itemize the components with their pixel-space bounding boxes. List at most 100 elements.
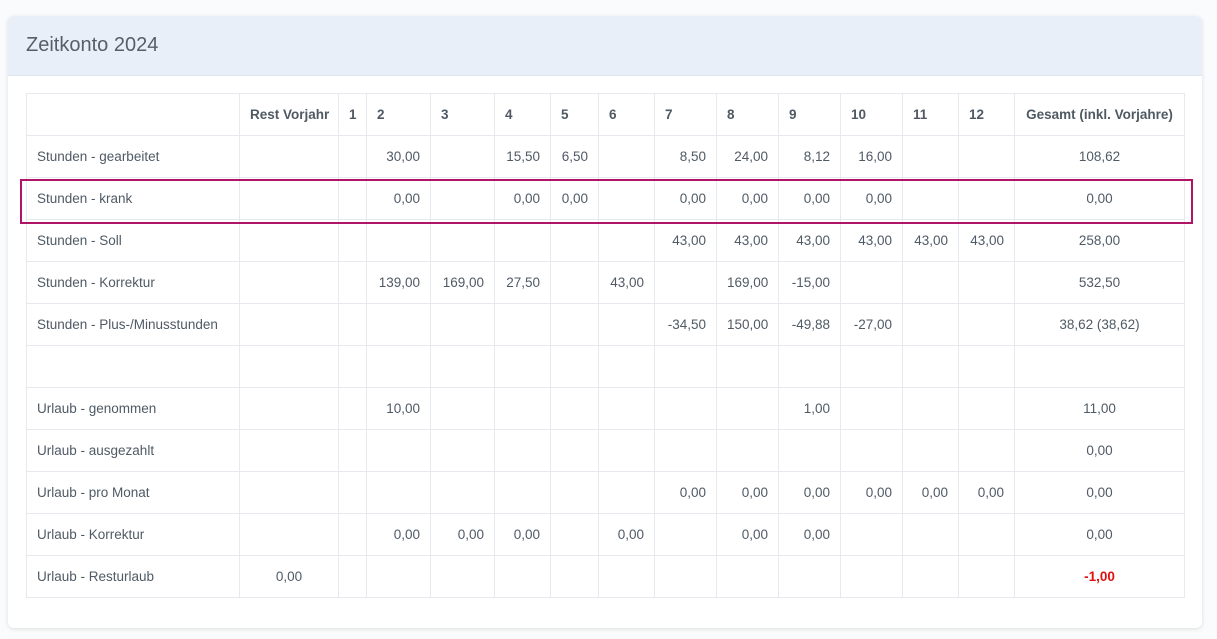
cell-month-6 bbox=[598, 177, 655, 220]
table-row: Urlaub - ausgezahlt 0,00 bbox=[26, 429, 1185, 472]
cell-month-2 bbox=[366, 555, 431, 598]
cell-month-1 bbox=[338, 555, 367, 598]
cell-month-11 bbox=[902, 261, 959, 304]
header-label-empty bbox=[26, 93, 240, 136]
cell-month-2 bbox=[366, 429, 431, 472]
cell-month-3 bbox=[430, 345, 495, 388]
cell-month-10: 43,00 bbox=[840, 219, 903, 262]
cell-month-10 bbox=[840, 345, 903, 388]
cell-month-3 bbox=[430, 471, 495, 514]
header-month-7: 6 bbox=[598, 93, 655, 136]
cell-month-8: 0,00 bbox=[716, 177, 779, 220]
row-label: Stunden - Plus-/Minusstunden bbox=[26, 303, 240, 346]
cell-rest-vorjahr bbox=[239, 219, 339, 262]
cell-month-4: 27,50 bbox=[494, 261, 551, 304]
cell-month-12: 43,00 bbox=[958, 219, 1015, 262]
table-row: Urlaub - Korrektur 0,00 0,00 0,00 0,00 0,00 0,… bbox=[26, 513, 1185, 556]
header-rest-vorjahr: Rest Vorjahr bbox=[239, 93, 339, 136]
header-month-6: 5 bbox=[550, 93, 599, 136]
cell-month-8 bbox=[716, 387, 779, 430]
cell-month-1 bbox=[338, 219, 367, 262]
cell-month-1 bbox=[338, 261, 367, 304]
cell-month-12 bbox=[958, 261, 1015, 304]
cell-month-3 bbox=[430, 135, 495, 178]
cell-month-7: 0,00 bbox=[654, 177, 717, 220]
header-month-8: 7 bbox=[654, 93, 717, 136]
row-label: Stunden - krank bbox=[26, 177, 240, 220]
cell-month-3 bbox=[430, 387, 495, 430]
cell-month-6 bbox=[598, 135, 655, 178]
cell-month-7: 43,00 bbox=[654, 219, 717, 262]
cell-month-6 bbox=[598, 303, 655, 346]
cell-gesamt: 11,00 bbox=[1014, 387, 1185, 430]
table-row: Stunden - Korrektur 139,00 169,00 27,50 43,0… bbox=[26, 261, 1185, 304]
cell-gesamt: -1,00 bbox=[1014, 555, 1185, 598]
cell-month-3 bbox=[430, 429, 495, 472]
header-month-11: 10 bbox=[840, 93, 903, 136]
cell-month-10 bbox=[840, 261, 903, 304]
cell-month-7 bbox=[654, 345, 717, 388]
cell-month-11 bbox=[902, 555, 959, 598]
cell-month-6 bbox=[598, 471, 655, 514]
table-row: Urlaub - genommen 10,00 1,00 11,00 bbox=[26, 387, 1185, 430]
cell-rest-vorjahr bbox=[239, 513, 339, 556]
cell-gesamt: 38,62 (38,62) bbox=[1014, 303, 1185, 346]
cell-month-9: -15,00 bbox=[778, 261, 841, 304]
cell-month-7: 0,00 bbox=[654, 471, 717, 514]
cell-month-6 bbox=[598, 345, 655, 388]
cell-month-9 bbox=[778, 345, 841, 388]
cell-gesamt: 0,00 bbox=[1014, 471, 1185, 514]
row-label: Urlaub - Resturlaub bbox=[26, 555, 240, 598]
cell-month-2 bbox=[366, 345, 431, 388]
cell-month-12: 0,00 bbox=[958, 471, 1015, 514]
cell-month-12 bbox=[958, 135, 1015, 178]
cell-month-1 bbox=[338, 429, 367, 472]
cell-month-3: 169,00 bbox=[430, 261, 495, 304]
cell-rest-vorjahr bbox=[239, 471, 339, 514]
cell-month-9: 0,00 bbox=[778, 471, 841, 514]
cell-month-8: 24,00 bbox=[716, 135, 779, 178]
cell-month-4 bbox=[494, 555, 551, 598]
cell-month-10: -27,00 bbox=[840, 303, 903, 346]
cell-month-11 bbox=[902, 135, 959, 178]
header-month-9: 8 bbox=[716, 93, 779, 136]
cell-rest-vorjahr bbox=[239, 387, 339, 430]
cell-month-1 bbox=[338, 387, 367, 430]
table-row: Stunden - gearbeitet 30,00 15,50 6,50 8,50 24… bbox=[26, 135, 1185, 178]
cell-month-8: 150,00 bbox=[716, 303, 779, 346]
cell-month-5 bbox=[550, 219, 599, 262]
cell-month-12 bbox=[958, 387, 1015, 430]
cell-month-11 bbox=[902, 177, 959, 220]
row-label: Urlaub - Korrektur bbox=[26, 513, 240, 556]
cell-month-4 bbox=[494, 303, 551, 346]
table-row bbox=[26, 345, 1185, 388]
cell-month-11 bbox=[902, 387, 959, 430]
cell-month-6: 43,00 bbox=[598, 261, 655, 304]
cell-month-2: 139,00 bbox=[366, 261, 431, 304]
cell-month-10 bbox=[840, 387, 903, 430]
cell-month-4 bbox=[494, 429, 551, 472]
cell-month-9: 1,00 bbox=[778, 387, 841, 430]
cell-month-6 bbox=[598, 429, 655, 472]
cell-month-7: 8,50 bbox=[654, 135, 717, 178]
cell-rest-vorjahr bbox=[239, 345, 339, 388]
cell-month-7 bbox=[654, 261, 717, 304]
cell-month-5 bbox=[550, 261, 599, 304]
table-row: Urlaub - Resturlaub 0,00 -1,00 bbox=[26, 555, 1185, 598]
cell-month-11: 43,00 bbox=[902, 219, 959, 262]
cell-month-11 bbox=[902, 345, 959, 388]
cell-month-8: 43,00 bbox=[716, 219, 779, 262]
cell-gesamt: 0,00 bbox=[1014, 429, 1185, 472]
table-body: Stunden - gearbeitet 30,00 15,50 6,50 8,50 24… bbox=[26, 135, 1185, 598]
cell-month-3 bbox=[430, 177, 495, 220]
cell-month-8: 169,00 bbox=[716, 261, 779, 304]
header-gesamt: Gesamt (inkl. Vorjahre) bbox=[1014, 93, 1185, 136]
header-row: Rest Vorjahr 1 2 3 4 5 6 7 8 9 10 11 12 Gesamt (inkl.… bbox=[26, 93, 1185, 136]
cell-month-10: 16,00 bbox=[840, 135, 903, 178]
cell-month-2: 0,00 bbox=[366, 177, 431, 220]
header-month-13: 12 bbox=[958, 93, 1015, 136]
cell-month-10: 0,00 bbox=[840, 177, 903, 220]
cell-month-2: 0,00 bbox=[366, 513, 431, 556]
cell-month-10 bbox=[840, 555, 903, 598]
header-month-10: 9 bbox=[778, 93, 841, 136]
